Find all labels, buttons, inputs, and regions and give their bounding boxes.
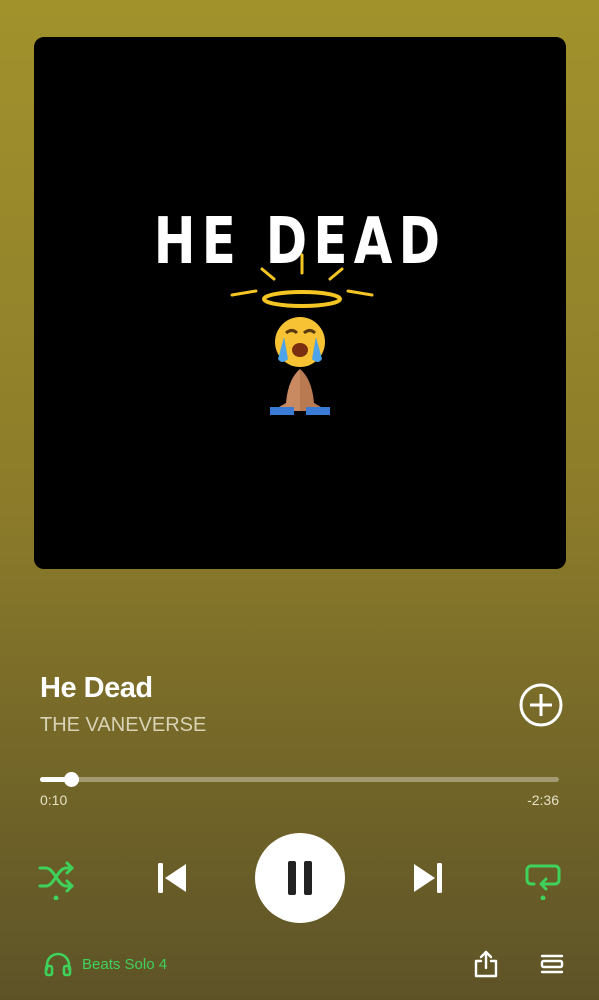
progress-bar[interactable]	[40, 772, 559, 787]
shuffle-icon	[38, 861, 74, 900]
next-button[interactable]	[408, 858, 448, 898]
remaining-time: -2:36	[527, 792, 559, 808]
shuffle-button[interactable]	[36, 858, 78, 900]
add-to-library-button[interactable]	[518, 682, 564, 728]
album-art: HE DEAD	[34, 37, 566, 569]
headphones-icon	[44, 952, 72, 977]
share-button[interactable]	[472, 950, 500, 978]
repeat-button[interactable]	[522, 858, 564, 900]
elapsed-time: 0:10	[40, 792, 68, 808]
pause-icon	[288, 861, 312, 895]
crying-praying-halo-icon	[230, 253, 374, 415]
skip-forward-icon	[414, 863, 442, 893]
queue-button[interactable]	[540, 952, 564, 976]
track-artist[interactable]: THE VANEVERSE	[40, 714, 206, 737]
repeat-icon	[525, 864, 561, 900]
pause-button[interactable]	[255, 833, 345, 923]
progress-handle[interactable]	[64, 772, 80, 787]
connected-device[interactable]: Beats Solo 4	[44, 951, 167, 977]
skip-back-icon	[158, 863, 186, 893]
track-title: He Dead	[40, 672, 153, 704]
previous-button[interactable]	[152, 858, 192, 898]
device-name: Beats Solo 4	[82, 955, 168, 973]
